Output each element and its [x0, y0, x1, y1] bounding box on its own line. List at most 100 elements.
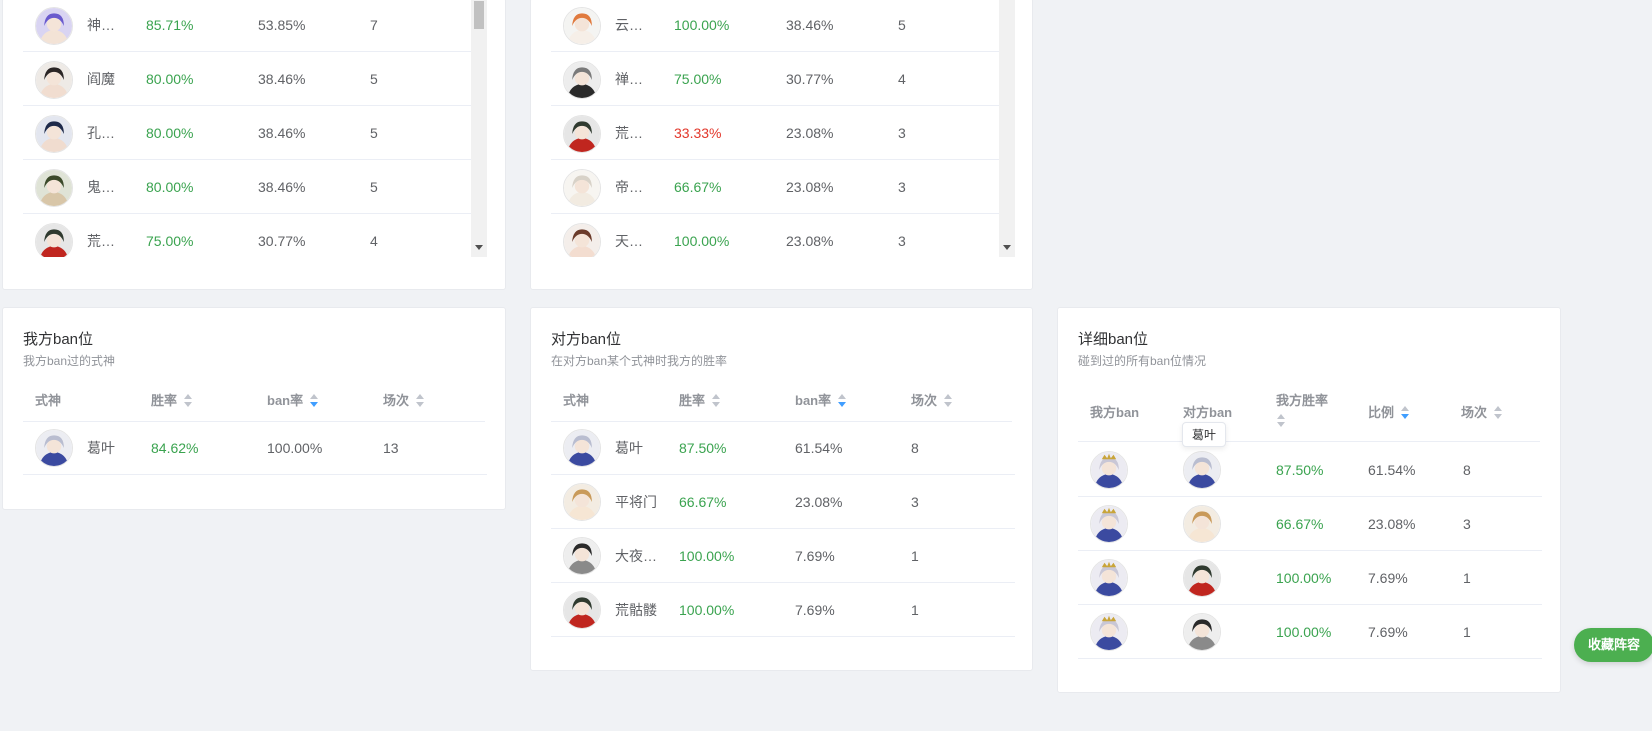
- col-ratio[interactable]: 比例: [1368, 384, 1410, 442]
- enemy-ban-card: 对方ban位 在对方ban某个式神时我方的胜率 式神 胜率 ban率 场次 葛叶…: [530, 307, 1033, 671]
- table-row[interactable]: 禅… 75.00% 30.77% 4: [551, 52, 999, 106]
- avatar[interactable]: [35, 223, 73, 257]
- col-ban-rate[interactable]: ban率: [267, 380, 319, 422]
- card-subtitle: 我方ban过的式神: [23, 354, 116, 368]
- my-ban-card: 我方ban位 我方ban过的式神 式神 胜率 ban率 场次 葛叶 84.62% 1…: [2, 307, 506, 510]
- top-right-scrollbar[interactable]: [999, 0, 1015, 257]
- shikigami-name: 荒骷髅: [615, 602, 657, 618]
- sort-icon[interactable]: [943, 393, 953, 408]
- sort-icon[interactable]: [415, 393, 425, 408]
- col-ban-rate[interactable]: ban率: [795, 380, 847, 422]
- table-row[interactable]: 鬼… 80.00% 38.46% 5: [23, 160, 471, 214]
- sort-icon[interactable]: [711, 393, 721, 408]
- col-win-rate[interactable]: 胜率: [151, 380, 193, 422]
- sort-icon[interactable]: [183, 393, 193, 408]
- appearance-rate: 30.77%: [258, 233, 306, 249]
- avatar[interactable]: [563, 223, 601, 257]
- table-header: 式神 胜率 ban率 场次: [23, 380, 485, 422]
- avatar[interactable]: [35, 7, 73, 45]
- sort-icon[interactable]: [1276, 413, 1286, 428]
- my-ban-avatar[interactable]: [1090, 613, 1128, 651]
- my-ban-avatar[interactable]: [1090, 451, 1128, 489]
- avatar[interactable]: [563, 537, 601, 575]
- win-rate: 80.00%: [146, 179, 194, 195]
- ratio: 7.69%: [1368, 570, 1408, 586]
- enemy-ban-avatar[interactable]: [1183, 451, 1221, 489]
- table-header: 我方ban 对方ban 我方胜率 比例 场次: [1078, 384, 1540, 442]
- enemy-ban-avatar[interactable]: [1183, 613, 1221, 651]
- table-row[interactable]: 孔… 80.00% 38.46% 5: [23, 106, 471, 160]
- col-count[interactable]: 场次: [383, 380, 425, 422]
- avatar[interactable]: [35, 169, 73, 207]
- col-win-rate[interactable]: 胜率: [679, 380, 721, 422]
- appearance-rate: 38.46%: [258, 71, 306, 87]
- favorite-lineup-button[interactable]: 收藏阵容: [1574, 628, 1652, 662]
- win-rate: 100.00%: [674, 17, 730, 33]
- top-right-card: 云… 100.00% 38.46% 5 禅… 75.00% 30.77% 4 荒… 33.33% 2…: [530, 0, 1033, 290]
- sort-desc-icon[interactable]: [309, 393, 319, 408]
- shikigami-name: 葛叶: [615, 440, 643, 456]
- avatar[interactable]: [35, 429, 73, 467]
- table-row[interactable]: 87.50% 61.54% 8: [1078, 443, 1542, 497]
- appearance-rate: 30.77%: [786, 71, 834, 87]
- appearance-rate: 53.85%: [258, 17, 306, 33]
- win-rate: 100.00%: [674, 233, 730, 249]
- col-count[interactable]: 场次: [911, 380, 953, 422]
- my-ban-avatar[interactable]: [1090, 505, 1128, 543]
- col-my-win-rate[interactable]: 我方胜率: [1276, 392, 1328, 410]
- detail-ban-card: 详细ban位 碰到过的所有ban位情况 我方ban 对方ban 我方胜率 比例 …: [1057, 307, 1561, 693]
- table-row[interactable]: 100.00% 7.69% 1: [1078, 605, 1542, 659]
- avatar[interactable]: [563, 591, 601, 629]
- my-ban-avatar[interactable]: [1090, 559, 1128, 597]
- table-row[interactable]: 云… 100.00% 38.46% 5: [551, 0, 999, 52]
- table-row[interactable]: 葛叶 84.62% 100.00% 13: [23, 421, 487, 475]
- table-row[interactable]: 阎魔 80.00% 38.46% 5: [23, 52, 471, 106]
- table-row[interactable]: 100.00% 7.69% 1: [1078, 551, 1542, 605]
- scroll-down-arrow-icon[interactable]: [1003, 245, 1011, 250]
- win-rate: 85.71%: [146, 17, 194, 33]
- table-row[interactable]: 平将门 66.67% 23.08% 3: [551, 475, 1015, 529]
- my-win-rate: 100.00%: [1276, 624, 1332, 640]
- match-count: 7: [370, 17, 378, 33]
- match-count: 3: [898, 125, 906, 141]
- top-left-scrollbar[interactable]: [471, 0, 487, 257]
- avatar[interactable]: [563, 483, 601, 521]
- avatar[interactable]: [563, 429, 601, 467]
- avatar[interactable]: [35, 115, 73, 153]
- table-row[interactable]: 天… 100.00% 23.08% 3: [551, 214, 999, 257]
- enemy-ban-avatar[interactable]: [1183, 505, 1221, 543]
- ban-rate: 7.69%: [795, 548, 835, 564]
- avatar[interactable]: [563, 7, 601, 45]
- avatar[interactable]: [563, 115, 601, 153]
- avatar[interactable]: [35, 61, 73, 99]
- my-win-rate: 100.00%: [1276, 570, 1332, 586]
- match-count: 4: [898, 71, 906, 87]
- table-row[interactable]: 葛叶 87.50% 61.54% 8: [551, 421, 1015, 475]
- table-row[interactable]: 荒… 75.00% 30.77% 4: [23, 214, 471, 257]
- table-row[interactable]: 帝… 66.67% 23.08% 3: [551, 160, 999, 214]
- top-right-table-body[interactable]: 云… 100.00% 38.46% 5 禅… 75.00% 30.77% 4 荒… 33.33% 2…: [551, 0, 999, 257]
- scroll-down-arrow-icon[interactable]: [475, 245, 483, 250]
- top-left-table-body[interactable]: 神… 85.71% 53.85% 7 阎魔 80.00% 38.46% 5 孔… 80.00% 38…: [23, 0, 471, 257]
- table-row[interactable]: 荒骷髅 100.00% 7.69% 1: [551, 583, 1015, 637]
- table-row[interactable]: 66.67% 23.08% 3: [1078, 497, 1542, 551]
- match-count: 5: [370, 179, 378, 195]
- top-left-scroll-thumb[interactable]: [474, 1, 484, 29]
- sort-icon[interactable]: [1493, 405, 1503, 420]
- col-my-win-rate-sorter[interactable]: [1276, 412, 1286, 430]
- avatar[interactable]: [563, 169, 601, 207]
- table-row[interactable]: 大夜… 100.00% 7.69% 1: [551, 529, 1015, 583]
- col-count[interactable]: 场次: [1461, 384, 1503, 442]
- table-row[interactable]: 荒… 33.33% 23.08% 3: [551, 106, 999, 160]
- avatar[interactable]: [563, 61, 601, 99]
- ban-rate: 23.08%: [795, 494, 843, 510]
- table-row[interactable]: 神… 85.71% 53.85% 7: [23, 0, 471, 52]
- match-count: 4: [370, 233, 378, 249]
- match-count: 1: [911, 548, 919, 564]
- win-rate: 84.62%: [151, 440, 199, 456]
- win-rate: 75.00%: [146, 233, 194, 249]
- sort-desc-icon[interactable]: [837, 393, 847, 408]
- shikigami-name: 孔…: [87, 125, 115, 141]
- sort-desc-icon[interactable]: [1400, 405, 1410, 420]
- enemy-ban-avatar[interactable]: [1183, 559, 1221, 597]
